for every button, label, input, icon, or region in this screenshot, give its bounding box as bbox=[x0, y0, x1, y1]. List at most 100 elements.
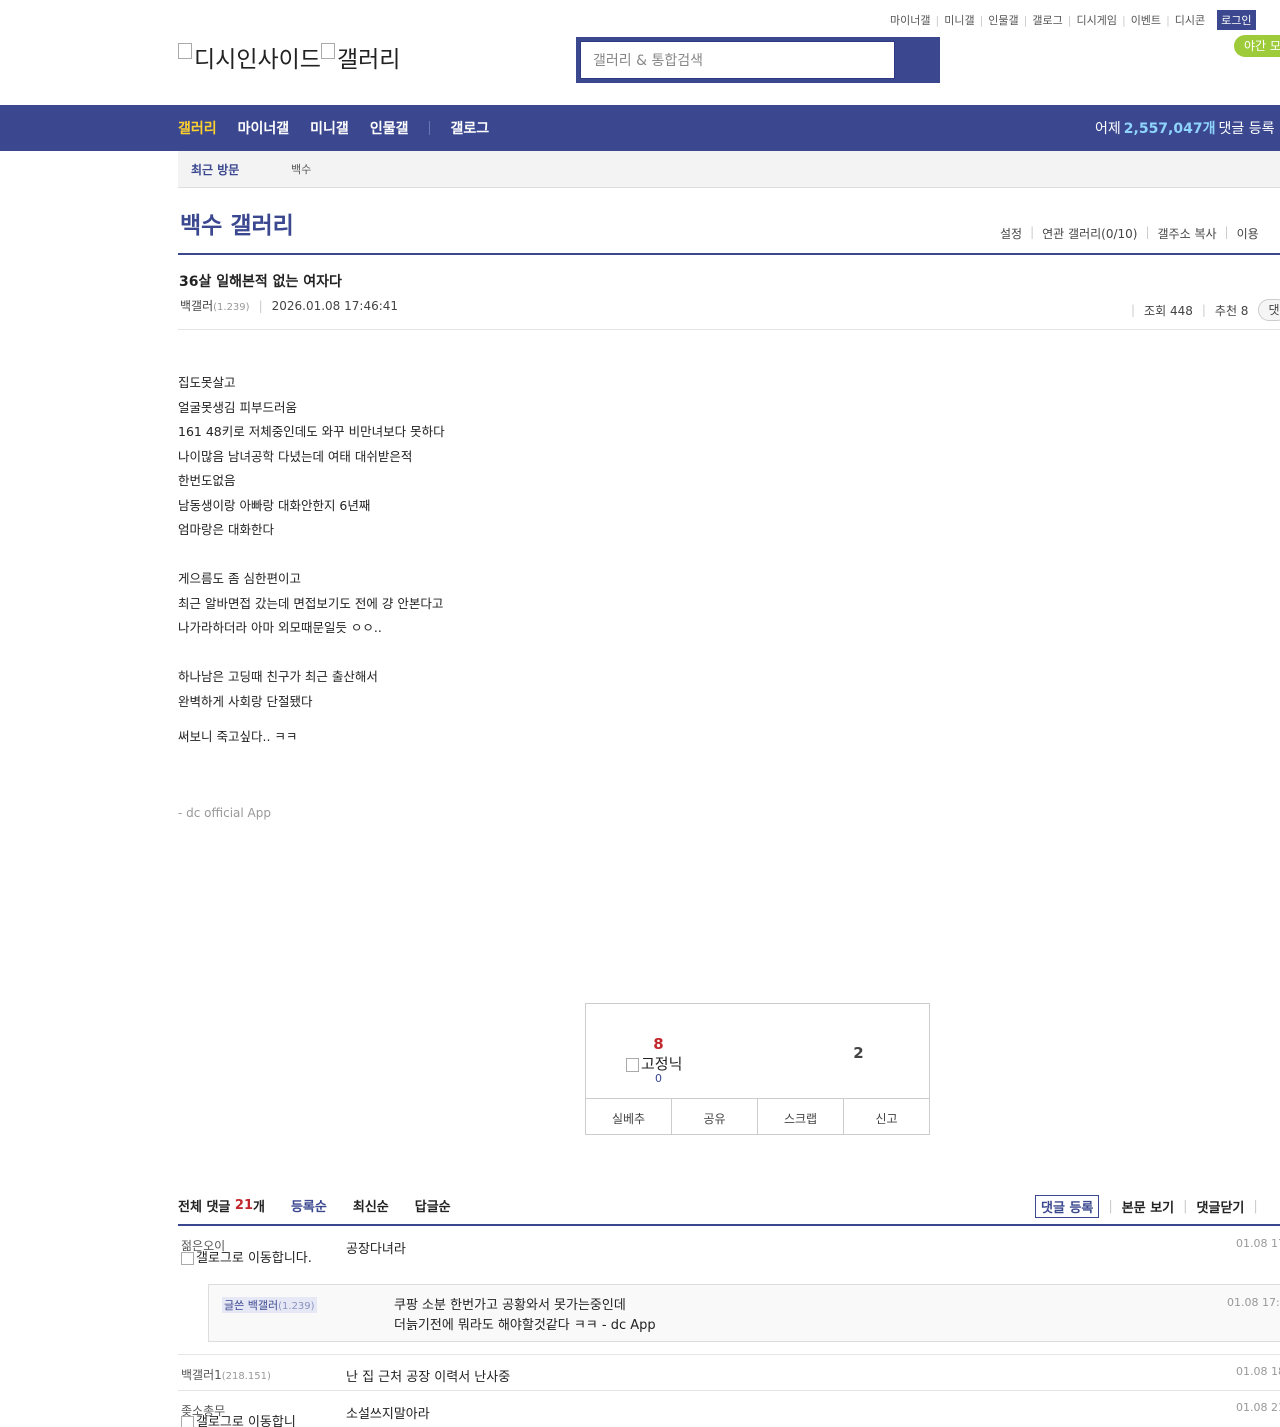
recent-visit-item[interactable]: 백수 bbox=[291, 161, 311, 177]
post-line: 나가라하더라 아마 외모때문일듯 ㅇㅇ.. bbox=[178, 620, 382, 635]
nav-gallery[interactable]: 갤러리 bbox=[178, 118, 217, 138]
post-recommends: 추천 8 bbox=[1214, 303, 1249, 318]
nav-person[interactable]: 인물갤 bbox=[370, 118, 409, 138]
comment-jump-label: 댓 bbox=[1268, 303, 1280, 317]
gallog-badge[interactable]: 갤로그로 이동합니다. bbox=[181, 1252, 312, 1265]
search-button[interactable] bbox=[896, 41, 936, 79]
comment-divider bbox=[178, 1390, 1280, 1391]
post-stats: | 조회 448 | 추천 8 댓 bbox=[1122, 299, 1280, 321]
post-line: 하나남은 고딩때 친구가 최근 출산해서 bbox=[178, 669, 378, 684]
util-links: 마이너갤 | 미니갤 | 인물갤 | 갤로그 | 디시게임 | 이벤트 | 디시콘 로그인 bbox=[890, 10, 1256, 30]
sort-registered[interactable]: 등록순 bbox=[291, 1196, 327, 1215]
gallog-badge[interactable]: 갤로그로 이동합니 bbox=[181, 1416, 296, 1427]
util-link-person[interactable]: 인물갤 bbox=[988, 12, 1018, 28]
util-link-gallog[interactable]: 갤로그 bbox=[1032, 12, 1062, 28]
fixed-nick-count: 0 bbox=[655, 1072, 662, 1085]
reply-line: 더늙기전에 뭐라도 해야할것같다 ㅋㅋ - dc App bbox=[394, 1318, 656, 1333]
sort-latest[interactable]: 최신순 bbox=[353, 1196, 389, 1215]
comment-nick-ip: (218.151) bbox=[221, 1371, 271, 1382]
comment-nick-name: 백갤러1 bbox=[181, 1368, 222, 1382]
broken-image-icon bbox=[626, 1057, 639, 1072]
recommend-box: 8 고정닉 0 2 실베추 공유 스크랩 신고 bbox=[585, 1003, 930, 1135]
view-post-button[interactable]: 본문 보기 bbox=[1122, 1197, 1174, 1216]
nav-gallog[interactable]: 갤로그 bbox=[450, 118, 489, 138]
util-link-dccon[interactable]: 디시콘 bbox=[1175, 12, 1205, 28]
recommend-down-count[interactable]: 2 bbox=[786, 1044, 931, 1062]
close-comments-button[interactable]: 댓글닫기 bbox=[1197, 1197, 1245, 1216]
nav-mini[interactable]: 미니갤 bbox=[310, 118, 349, 138]
site-logo[interactable]: 디시인사이드 갤러리 bbox=[178, 40, 400, 74]
post-line: 엄마랑은 대화한다 bbox=[178, 522, 274, 537]
post-line: 한번도없음 bbox=[178, 473, 236, 488]
util-link-event[interactable]: 이벤트 bbox=[1131, 12, 1161, 28]
post-footer: - dc official App bbox=[178, 806, 271, 820]
comments-tools: 댓글 등록 | 본문 보기 | 댓글닫기 | bbox=[1035, 1195, 1267, 1218]
login-button[interactable]: 로그인 bbox=[1217, 10, 1256, 30]
search-input[interactable]: 갤러리 & 통합검색 bbox=[580, 41, 895, 79]
gallery-tools: 설정 | 연관 갤러리(0/10) | 갤주소 복사 | 이용 bbox=[1000, 225, 1259, 242]
util-link-game[interactable]: 디시게임 bbox=[1076, 12, 1116, 28]
related-galleries[interactable]: 연관 갤러리(0/10) bbox=[1042, 225, 1137, 242]
reply-line: 쿠팡 소분 한번가고 공황와서 못가는중인데 bbox=[394, 1298, 626, 1313]
share-button[interactable]: 공유 bbox=[672, 1099, 758, 1135]
post-body: 집도못살고 얼굴못생김 피부드러움 161 48키로 저체중인데도 와꾸 비만녀… bbox=[178, 371, 445, 750]
comment-text: 난 집 근처 공장 이력서 난사중 bbox=[346, 1370, 511, 1385]
comment-reply: 글쓴 백갤러(1.239) 쿠팡 소분 한번가고 공황와서 못가는중인데 더늙기… bbox=[208, 1284, 1280, 1342]
reply-author[interactable]: 글쓴 백갤러(1.239) bbox=[222, 1297, 317, 1313]
gallog-badge-text: 갤로그로 이동합니다. bbox=[196, 1251, 312, 1266]
post-meta: 백갤러(1.239) | 2026.01.08 17:46:41 bbox=[180, 297, 399, 314]
util-link-mini[interactable]: 미니갤 bbox=[944, 12, 974, 28]
search-bar: 갤러리 & 통합검색 bbox=[576, 37, 940, 83]
util-link-minor[interactable]: 마이너갤 bbox=[890, 12, 930, 28]
comment-nick[interactable]: 백갤러1(218.151) bbox=[181, 1366, 271, 1383]
report-button[interactable]: 신고 bbox=[844, 1099, 929, 1135]
post-line-blank bbox=[178, 641, 445, 666]
night-mode-toggle[interactable]: 야간 모드 bbox=[1234, 35, 1280, 57]
comment-date: 01.08 17 bbox=[1236, 1237, 1280, 1250]
comment-jump-button[interactable]: 댓 bbox=[1258, 299, 1280, 321]
recommend-up-count[interactable]: 8 bbox=[586, 1035, 731, 1053]
search-icon bbox=[906, 50, 922, 66]
post-views: 조회 448 bbox=[1144, 303, 1193, 318]
gallery-title[interactable]: 백수 갤러리 bbox=[180, 206, 294, 240]
recent-visit-title[interactable]: 최근 방문 bbox=[191, 161, 291, 178]
post-header-divider bbox=[178, 329, 1280, 330]
post-title: 36살 일해본적 없는 여자다 bbox=[179, 274, 342, 290]
comments-header: 전체 댓글 21 개 등록순 최신순 답글순 bbox=[178, 1196, 451, 1215]
comment-date: 01.08 18 bbox=[1236, 1365, 1280, 1378]
comment-text: 소설쓰지말아라 bbox=[346, 1407, 430, 1422]
reply-author-prefix: 글쓴 bbox=[224, 1299, 245, 1312]
post-line: 써보니 죽고싶다.. ㅋㅋ bbox=[178, 729, 298, 744]
stat-count: 2,557,047개 bbox=[1123, 121, 1216, 137]
sort-replies[interactable]: 답글순 bbox=[415, 1196, 451, 1215]
comment-divider bbox=[178, 1354, 1280, 1355]
post-author[interactable]: 백갤러(1.239) bbox=[180, 297, 250, 314]
broken-image-icon bbox=[178, 43, 192, 59]
broken-image-icon bbox=[181, 1252, 194, 1265]
logo-section: 갤러리 bbox=[336, 47, 401, 73]
gallery-usage[interactable]: 이용 bbox=[1237, 225, 1259, 242]
reply-author-name: 백갤러 bbox=[247, 1299, 279, 1312]
copy-gallery-url[interactable]: 갤주소 복사 bbox=[1158, 225, 1217, 242]
best-recommend-button[interactable]: 실베추 bbox=[586, 1099, 672, 1135]
fixed-nick-text: 고정닉 bbox=[641, 1055, 683, 1073]
nav-minor[interactable]: 마이너갤 bbox=[238, 118, 290, 138]
comments-title: 전체 댓글 bbox=[178, 1200, 231, 1215]
post-line: 남동생이랑 아빠랑 대화안한지 6년째 bbox=[178, 497, 371, 513]
comment-register-button[interactable]: 댓글 등록 bbox=[1035, 1195, 1100, 1218]
gallery-settings[interactable]: 설정 bbox=[1000, 225, 1022, 242]
logo-brand: 디시인사이드 bbox=[194, 47, 321, 73]
comment-date: 01.08 21 bbox=[1236, 1401, 1280, 1414]
post-line: 집도못살고 bbox=[178, 375, 236, 390]
gallog-badge-text: 갤로그로 이동합니 bbox=[196, 1415, 296, 1427]
comments-count: 21 bbox=[234, 1198, 253, 1213]
comments-divider bbox=[178, 1224, 1280, 1226]
broken-image-icon bbox=[320, 43, 335, 59]
reply-text: 쿠팡 소분 한번가고 공황와서 못가는중인데 더늙기전에 뭐라도 해야할것같다 … bbox=[394, 1296, 656, 1336]
gallery-title-divider bbox=[178, 253, 1280, 255]
post-line-blank bbox=[178, 543, 445, 568]
scrap-button[interactable]: 스크랩 bbox=[758, 1099, 844, 1135]
post-line: 최근 알바면접 갔는데 면접보기도 전에 걍 안본다고 bbox=[178, 595, 444, 611]
post-line: 161 48키로 저체중인데도 와꾸 비만녀보다 못하다 bbox=[178, 424, 445, 439]
post-actions: 실베추 공유 스크랩 신고 bbox=[586, 1098, 929, 1135]
